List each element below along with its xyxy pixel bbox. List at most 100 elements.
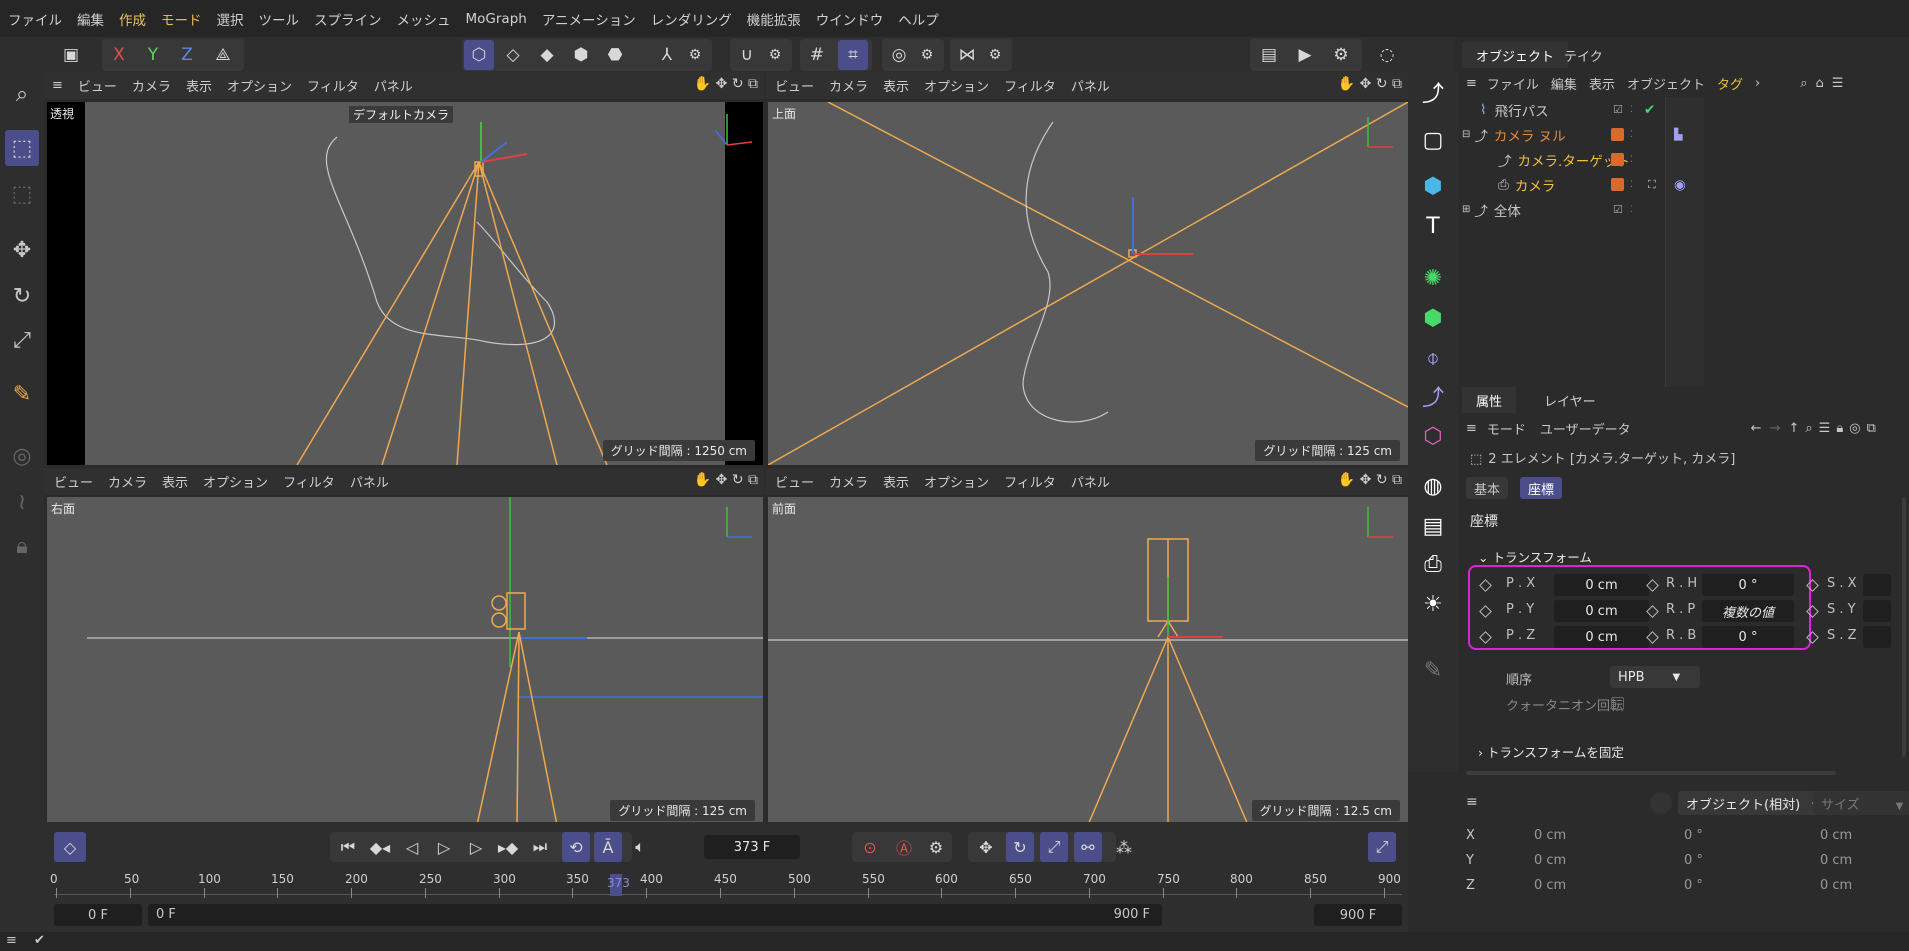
size-value[interactable]: 0 cm — [1820, 853, 1852, 868]
axis-mode-icon[interactable]: ⅄ — [652, 40, 682, 70]
layer-color-swatch[interactable] — [1611, 153, 1624, 166]
right-viewport[interactable]: 右面 グリッド間隔 : 125 cm — [47, 497, 763, 825]
visibility-dots[interactable]: ⁚ — [1630, 155, 1633, 165]
menu-edit[interactable]: 編集 — [77, 9, 104, 29]
visibility-dots[interactable]: ⁚ — [1630, 180, 1633, 190]
object-name[interactable]: カメラ ヌル — [1494, 125, 1566, 145]
record-settings-icon[interactable]: ⚙ — [922, 832, 950, 862]
hamburger-icon[interactable]: ≡ — [6, 933, 17, 948]
sound-icon[interactable]: 🔈︎ — [626, 832, 654, 862]
light-icon[interactable]: ☀ — [1416, 586, 1450, 622]
lock-icon[interactable]: 🔒︎ — [1836, 421, 1843, 436]
object-row[interactable]: ⌇ 飛行パス ☑ ⁚ ✔ — [1458, 97, 1909, 122]
object-name[interactable]: カメラ — [1515, 175, 1556, 195]
search-icon[interactable]: ⌕ — [1805, 421, 1812, 436]
pos-value[interactable]: 0 cm — [1534, 878, 1566, 893]
current-frame-field[interactable]: 373 F — [704, 835, 800, 859]
om-menu-object[interactable]: オブジェクト — [1627, 74, 1705, 93]
menu-mesh[interactable]: メッシュ — [397, 9, 451, 29]
vp-menu-filter[interactable]: フィルタ — [1004, 472, 1056, 491]
object-row[interactable]: ⊟ ⤴ カメラ ヌル ⁚ ▙ — [1458, 122, 1909, 147]
polygons-mode-icon[interactable]: ⬣ — [600, 40, 630, 70]
transform-group-header[interactable]: ⌄ トランスフォーム — [1478, 547, 1592, 566]
chevron-right-icon[interactable]: › — [1755, 76, 1760, 91]
selection-tool-icon[interactable]: ⬚ — [5, 130, 39, 166]
vp-menu-filter[interactable]: フィルタ — [307, 76, 359, 95]
lock-tool-icon[interactable]: 🔒︎ — [5, 528, 39, 564]
size-dropdown[interactable]: サイズ ▼ — [1813, 791, 1909, 815]
menu-help[interactable]: ヘルプ — [898, 9, 939, 29]
render-view-icon[interactable]: ▤ — [1254, 40, 1284, 70]
target-icon[interactable]: ◎ — [1849, 421, 1860, 436]
vp-menu-display[interactable]: 表示 — [186, 76, 212, 95]
snap-grid-icon[interactable]: ⌗ — [838, 40, 868, 70]
cube-icon[interactable]: ⬢ — [1416, 168, 1450, 204]
vp-menu-filter[interactable]: フィルタ — [1004, 76, 1056, 95]
grid-icon[interactable]: # — [802, 40, 832, 70]
vp-menu-options[interactable]: オプション — [924, 472, 989, 491]
hamburger-icon[interactable]: ≡ — [1466, 76, 1477, 91]
axis-settings-icon[interactable]: ⚙ — [680, 40, 710, 70]
pen-tool-icon[interactable]: ✎ — [5, 376, 39, 412]
menu-spline[interactable]: スプライン — [314, 9, 382, 29]
menu-extensions[interactable]: 機能拡張 — [747, 9, 801, 29]
object-mode-icon[interactable]: ◇ — [498, 40, 528, 70]
vp-menu-panel[interactable]: パネル — [350, 472, 389, 491]
filter-icon[interactable]: ☰ — [1832, 76, 1844, 91]
om-menu-view[interactable]: 表示 — [1589, 74, 1615, 93]
coord-mode-dropdown[interactable]: オブジェクト(相対)▼ — [1678, 791, 1828, 815]
symmetry-settings-icon[interactable]: ⚙ — [980, 40, 1010, 70]
prev-key-icon[interactable]: ◆◂ — [366, 832, 394, 862]
tab-layers[interactable]: レイヤー — [1530, 387, 1610, 413]
viewport-nav-icons[interactable]: ✋ ✥ ↻ ⧉ — [694, 472, 758, 488]
py-field[interactable]: 0 cm — [1554, 600, 1649, 622]
viewport-nav-icons[interactable]: ✋ ✥ ↻ ⧉ — [1338, 76, 1402, 92]
model-mode-icon[interactable]: ⬡ — [464, 40, 494, 70]
px-field[interactable]: 0 cm — [1554, 574, 1649, 596]
filter-icon[interactable]: ☰ — [1819, 421, 1831, 436]
top-viewport[interactable]: 上面 グリッド間隔 : 125 cm — [768, 102, 1408, 465]
cloner-icon[interactable]: ✺ — [1416, 260, 1450, 296]
frame-ruler[interactable]: 373 0 50 100 150 200 250 300 350 400 450 500 550 600… — [50, 872, 1402, 902]
connect-icon[interactable]: ⤴ — [1416, 378, 1450, 414]
edit-icon[interactable]: ✎ — [1416, 652, 1450, 688]
vp-menu-camera[interactable]: カメラ — [829, 472, 868, 491]
rp-field[interactable]: 複数の値 — [1702, 600, 1794, 622]
quaternion-checkbox[interactable] — [1611, 697, 1624, 710]
vp-menu-options[interactable]: オプション — [924, 76, 989, 95]
vp-menu-panel[interactable]: パネル — [1071, 76, 1110, 95]
magnet-icon[interactable]: ∪ — [732, 40, 762, 70]
menu-render[interactable]: レンダリング — [651, 9, 732, 29]
rotate-tool-icon[interactable]: ↻ — [5, 278, 39, 314]
brush-tool-icon[interactable]: ≀ — [5, 484, 39, 520]
record-icon[interactable]: ⊙ — [856, 832, 884, 862]
x-axis-lock[interactable]: X — [104, 40, 134, 70]
rb-field[interactable]: 0 ° — [1702, 626, 1794, 648]
key-scale-icon[interactable]: ⤢ — [1040, 832, 1068, 862]
key-pla-icon[interactable]: ⁂ — [1110, 832, 1138, 862]
visibility-dots[interactable]: ⁚ — [1630, 205, 1633, 215]
horizontal-scrollbar[interactable] — [1466, 771, 1836, 775]
tab-takes[interactable]: テイク — [1550, 42, 1617, 68]
keyframe-mode-icon[interactable]: ◇ — [54, 832, 86, 862]
snap-settings-icon[interactable]: ⚙ — [912, 40, 942, 70]
pos-value[interactable]: 0 cm — [1534, 828, 1566, 843]
menu-create[interactable]: 作成 — [119, 9, 146, 29]
order-dropdown[interactable]: HPB ▼ — [1610, 666, 1700, 688]
om-menu-tags[interactable]: タグ — [1717, 74, 1743, 93]
edges-mode-icon[interactable]: ⬢ — [566, 40, 596, 70]
prev-frame-icon[interactable]: ◁ — [398, 832, 426, 862]
menu-mode[interactable]: モード — [161, 9, 202, 29]
vp-menu-display[interactable]: 表示 — [883, 76, 909, 95]
null-object-icon[interactable]: ⤴ — [1416, 74, 1450, 110]
camera-icon[interactable]: ⎙ — [1416, 546, 1450, 582]
check-icon[interactable]: ✔ — [1644, 102, 1655, 118]
vp-menu-panel[interactable]: パネル — [374, 76, 413, 95]
deformer-icon[interactable]: ⌽ — [1416, 340, 1450, 376]
attr-menu-userdata[interactable]: ユーザーデータ — [1540, 419, 1631, 438]
viewport-nav-icons[interactable]: ✋ ✥ ↻ ⧉ — [694, 76, 758, 92]
freeze-transform-header[interactable]: › トランスフォームを固定 — [1478, 742, 1624, 761]
film-icon[interactable]: ▤ — [1416, 508, 1450, 544]
vp-menu-camera[interactable]: カメラ — [132, 76, 171, 95]
home-icon[interactable]: ⌂ — [1815, 76, 1823, 91]
